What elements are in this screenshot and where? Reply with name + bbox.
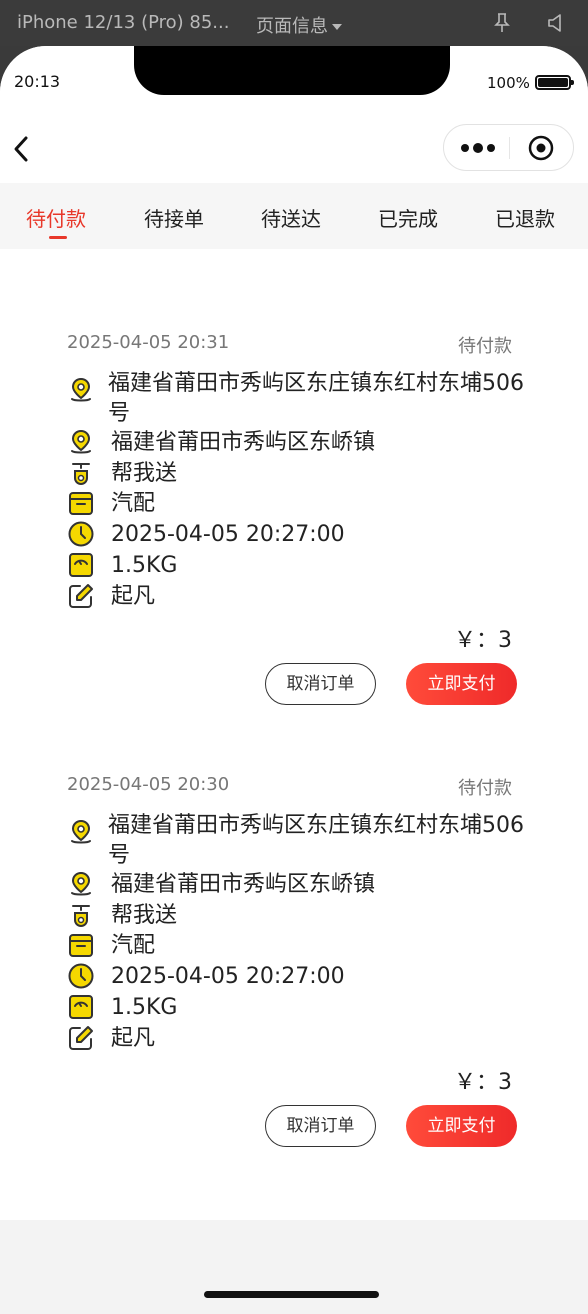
box-icon — [69, 492, 93, 515]
order-price: ￥：3 — [454, 628, 512, 653]
goods-type: 汽配 — [111, 491, 156, 516]
more-dots-icon[interactable] — [460, 138, 496, 158]
location-pin-icon — [71, 819, 91, 844]
location-pin-icon — [71, 429, 91, 454]
device-selector[interactable]: iPhone 12/13 (Pro) 85... — [17, 12, 229, 33]
page-info-menu[interactable]: 页面信息 — [256, 12, 342, 38]
goods-type: 汽配 — [111, 933, 156, 958]
to-address: 福建省莆田市秀屿区东峤镇 — [111, 872, 376, 897]
weight: 1.5KG — [111, 553, 178, 578]
mini-program-capsule — [443, 124, 574, 171]
tab-pending-delivery[interactable]: 待送达 — [261, 203, 321, 232]
pickup-time: 2025-04-05 20:27:00 — [111, 964, 345, 989]
status-time: 20:13 — [14, 72, 61, 91]
clock-icon — [68, 963, 94, 989]
tab-refunded[interactable]: 已退款 — [495, 203, 555, 232]
box-icon — [69, 934, 93, 957]
phone-notch — [134, 46, 450, 95]
phone-frame: 20:13 100% 待付款 待接单 待送达 已完成 已退款 2025-04-0… — [0, 46, 588, 1314]
location-pin-icon — [71, 871, 91, 896]
active-tab-indicator — [49, 236, 67, 239]
cancel-order-button[interactable]: 取消订单 — [265, 1105, 376, 1147]
order-note: 起凡 — [111, 584, 156, 609]
close-target-icon[interactable] — [528, 135, 554, 161]
from-address: 福建省莆田市秀屿区东庄镇东红村东埔506号 — [108, 813, 524, 868]
tab-completed[interactable]: 已完成 — [378, 203, 438, 232]
pin-icon[interactable] — [492, 12, 512, 34]
battery-icon — [535, 75, 574, 90]
scale-icon — [69, 995, 93, 1019]
edit-icon — [69, 584, 93, 608]
home-indicator — [204, 1291, 379, 1298]
tab-pending-accept[interactable]: 待接单 — [144, 203, 204, 232]
order-status: 待付款 — [458, 778, 512, 799]
order-created-time: 2025-04-05 20:30 — [67, 774, 230, 795]
scooter-icon — [72, 463, 90, 485]
mute-icon[interactable] — [546, 12, 568, 34]
capsule-divider — [509, 137, 510, 159]
order-status: 待付款 — [458, 336, 512, 357]
pay-now-button[interactable]: 立即支付 — [406, 1105, 517, 1147]
clock-icon — [68, 521, 94, 547]
battery-percent: 100% — [487, 74, 530, 92]
service-type: 帮我送 — [111, 903, 178, 928]
order-note: 起凡 — [111, 1026, 156, 1051]
order-created-time: 2025-04-05 20:31 — [67, 332, 230, 353]
order-price: ￥：3 — [454, 1070, 512, 1095]
pickup-time: 2025-04-05 20:27:00 — [111, 522, 345, 547]
location-pin-icon — [71, 377, 91, 402]
pay-now-button[interactable]: 立即支付 — [406, 663, 517, 705]
back-icon[interactable] — [8, 132, 38, 166]
edit-icon — [69, 1026, 93, 1050]
caret-down-icon — [332, 24, 342, 30]
page-info-label: 页面信息 — [256, 16, 328, 37]
order-status-tabs: 待付款 待接单 待送达 已完成 已退款 — [0, 183, 588, 249]
weight: 1.5KG — [111, 995, 178, 1020]
tab-pending-payment[interactable]: 待付款 — [26, 203, 86, 232]
from-address: 福建省莆田市秀屿区东庄镇东红村东埔506号 — [108, 371, 524, 426]
service-type: 帮我送 — [111, 461, 178, 486]
scooter-icon — [72, 905, 90, 927]
to-address: 福建省莆田市秀屿区东峤镇 — [111, 430, 376, 455]
devtools-bar: iPhone 12/13 (Pro) 85... 页面信息 — [0, 0, 588, 46]
scale-icon — [69, 553, 93, 577]
cancel-order-button[interactable]: 取消订单 — [265, 663, 376, 705]
